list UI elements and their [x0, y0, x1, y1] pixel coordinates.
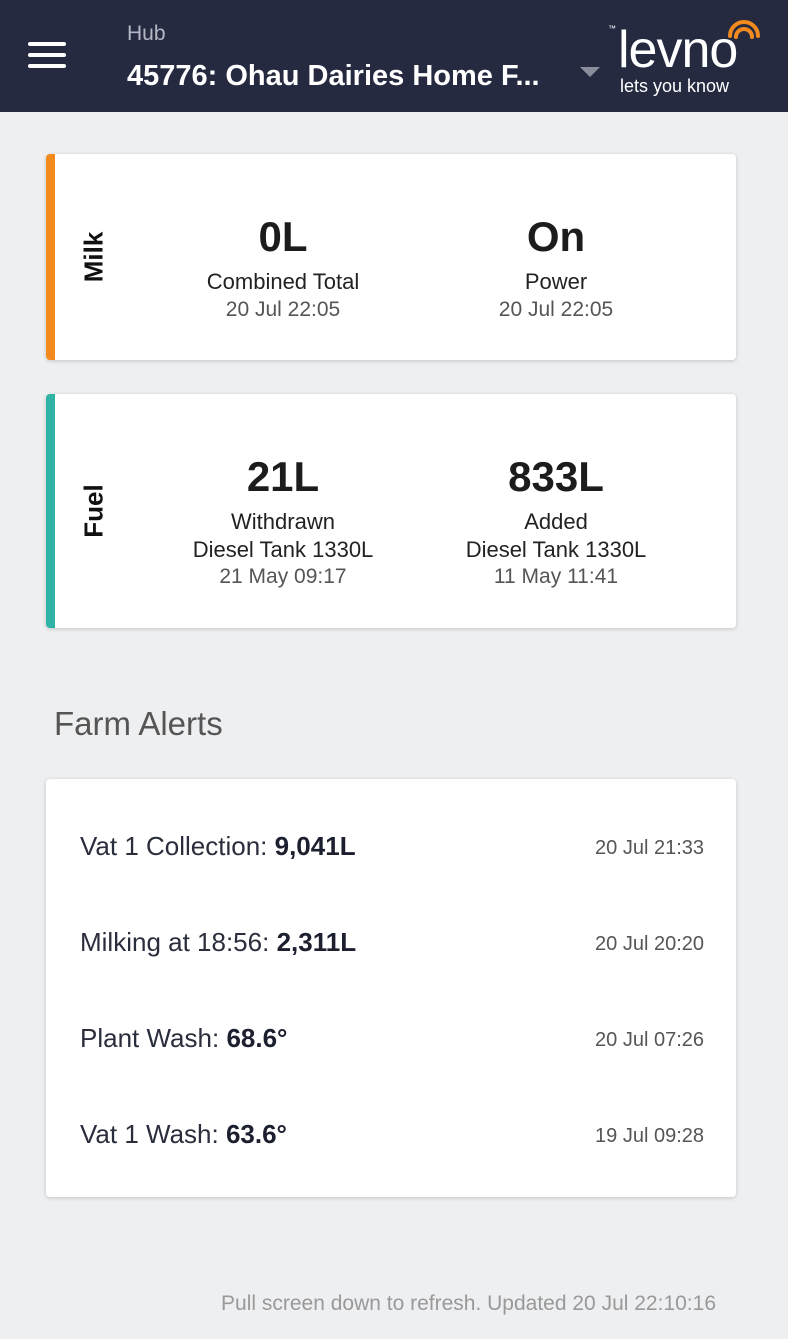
farm-alerts-card: Vat 1 Collection: 9,041L 20 Jul 21:33 Mi… [46, 779, 736, 1197]
alert-value: 68.6° [226, 1023, 288, 1053]
fuel-card-label: Fuel [78, 484, 109, 538]
metric-label: Power [524, 269, 588, 294]
app-header: Hub 45776: Ohau Dairies Home F... ™ levn… [0, 0, 788, 112]
logo-trademark: ™ [608, 24, 616, 33]
metric-sublabel: Diesel Tank 1330L [192, 536, 374, 562]
alert-prefix: Plant Wash: [80, 1023, 227, 1053]
milk-power: On Power 20 Jul 22:05 [426, 216, 686, 323]
metric-label: Added [524, 509, 588, 534]
metric-label: Combined Total [206, 269, 360, 294]
milk-combined-total: 0L Combined Total 20 Jul 22:05 [153, 216, 413, 323]
metric-timestamp: 21 May 09:17 [219, 565, 347, 588]
alert-item[interactable]: Plant Wash: 68.6° 20 Jul 07:26 [80, 1023, 704, 1063]
metric-value: 21L [246, 453, 320, 500]
alert-prefix: Vat 1 Wash: [80, 1119, 226, 1149]
alert-time: 20 Jul 07:26 [595, 1029, 704, 1051]
alert-time: 19 Jul 09:28 [595, 1125, 704, 1147]
refresh-status: Pull screen down to refresh. Updated 20 … [221, 1292, 716, 1315]
hamburger-menu-icon[interactable] [28, 42, 66, 70]
metric-value: 833L [508, 453, 604, 500]
logo-wordmark: levno [618, 21, 738, 79]
alert-time: 20 Jul 21:33 [595, 837, 704, 859]
signal-icon [728, 20, 760, 39]
alert-text: Vat 1 Collection: 9,041L [80, 831, 356, 862]
alert-text: Plant Wash: 68.6° [80, 1023, 287, 1054]
levno-logo: ™ levno lets you know [606, 14, 766, 104]
alert-time: 20 Jul 20:20 [595, 933, 704, 955]
alert-item[interactable]: Vat 1 Wash: 63.6° 19 Jul 09:28 [80, 1119, 704, 1159]
dropdown-caret-icon[interactable] [580, 67, 600, 77]
milk-accent-bar [46, 154, 55, 360]
alert-value: 2,311L [276, 927, 357, 957]
alert-prefix: Milking at 18:56: [80, 927, 277, 957]
fuel-card[interactable]: Fuel 21L Withdrawn Diesel Tank 1330L 21 … [46, 394, 736, 628]
alert-item[interactable]: Vat 1 Collection: 9,041L 20 Jul 21:33 [80, 831, 704, 871]
metric-label: Withdrawn [231, 509, 335, 534]
milk-card-label: Milk [78, 231, 109, 283]
fuel-added: 833L Added Diesel Tank 1330L 11 May 11:4… [426, 456, 686, 590]
metric-value: On [526, 213, 586, 260]
hub-selector[interactable]: 45776: Ohau Dairies Home F... [127, 60, 577, 93]
metric-timestamp: 20 Jul 22:05 [498, 297, 614, 321]
metric-timestamp: 11 May 11:41 [493, 565, 619, 588]
logo-tagline: lets you know [620, 76, 730, 96]
alert-text: Milking at 18:56: 2,311L [80, 927, 356, 958]
fuel-withdrawn: 21L Withdrawn Diesel Tank 1330L 21 May 0… [153, 456, 413, 590]
milk-card[interactable]: Milk 0L Combined Total 20 Jul 22:05 On P… [46, 154, 736, 360]
farm-alerts-title: Farm Alerts [54, 705, 223, 742]
fuel-accent-bar [46, 394, 55, 628]
alert-item[interactable]: Milking at 18:56: 2,311L 20 Jul 20:20 [80, 927, 704, 967]
metric-value: 0L [258, 213, 308, 260]
alert-prefix: Vat 1 Collection: [80, 831, 275, 861]
metric-sublabel: Diesel Tank 1330L [465, 536, 647, 562]
metric-timestamp: 20 Jul 22:05 [225, 297, 341, 321]
alert-value: 63.6° [225, 1119, 287, 1149]
alert-value: 9,041L [274, 831, 356, 861]
alert-text: Vat 1 Wash: 63.6° [80, 1119, 287, 1150]
hub-label: Hub [127, 22, 166, 45]
